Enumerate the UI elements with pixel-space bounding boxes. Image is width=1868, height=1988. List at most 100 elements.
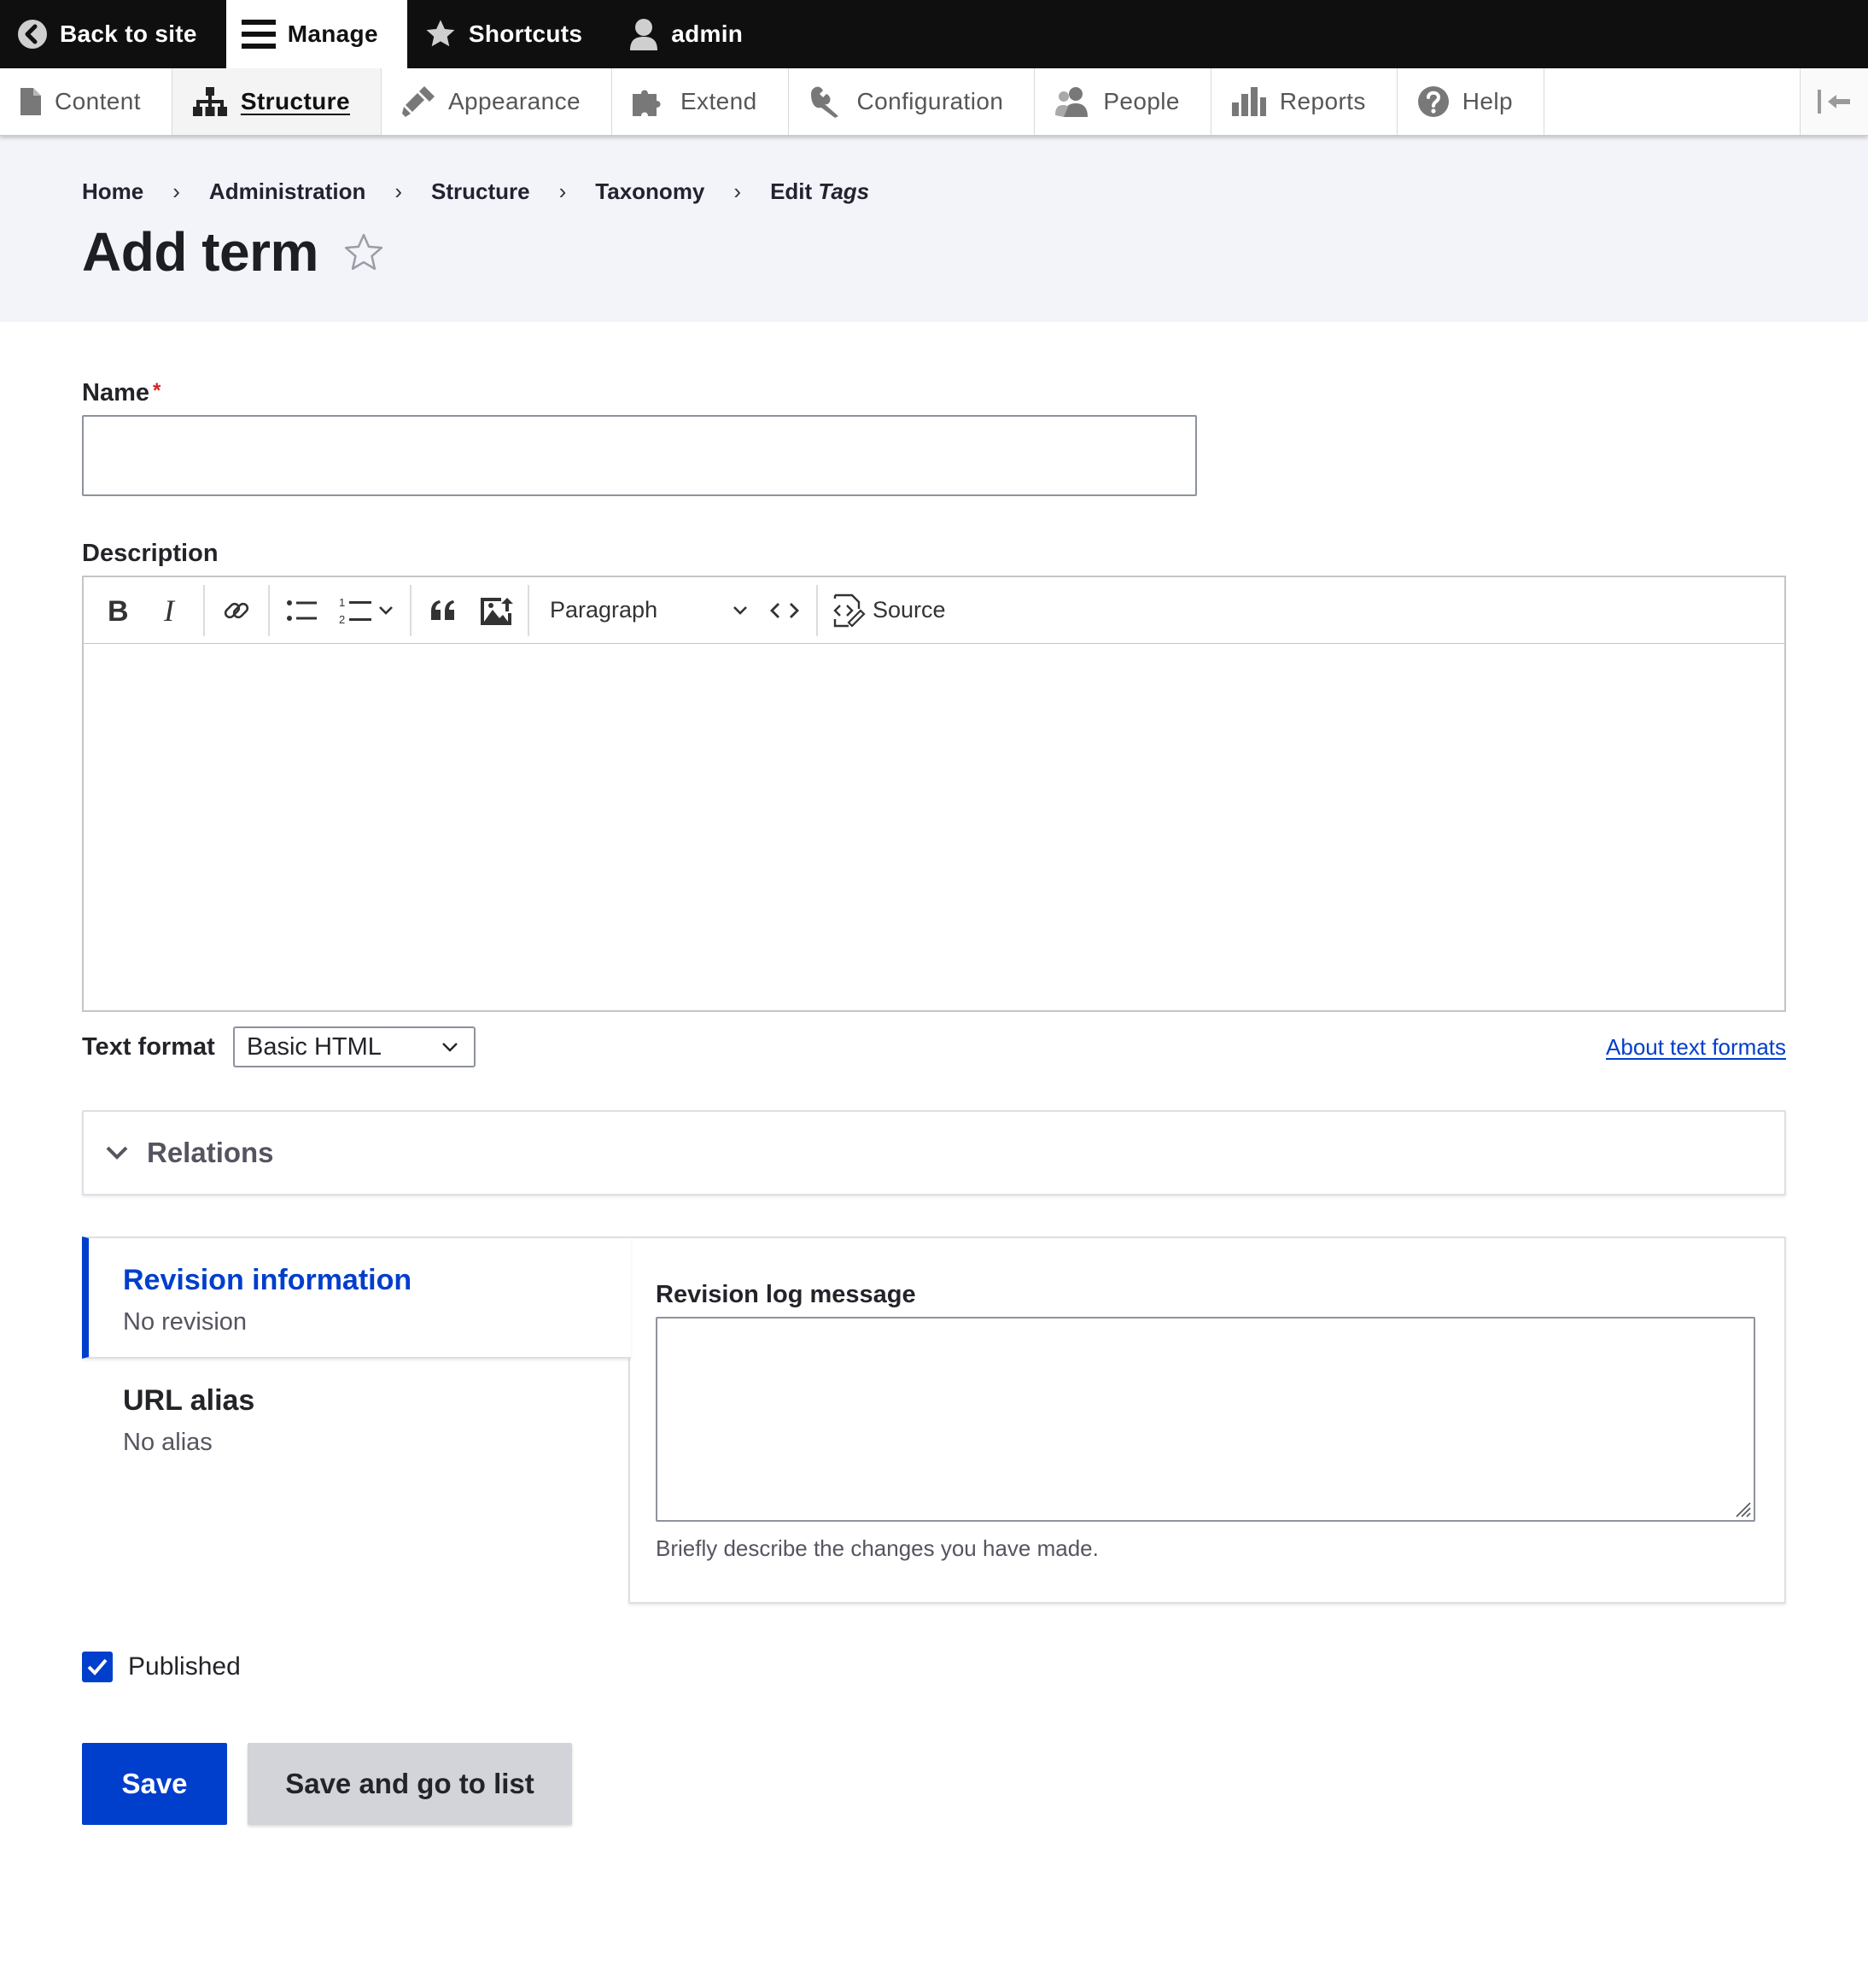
bulleted-list-icon [287, 599, 317, 621]
bar-chart-icon [1231, 87, 1266, 116]
page-header: Home › Administration › Structure › Taxo… [0, 136, 1868, 322]
about-text-formats-link[interactable]: About text formats [1606, 1034, 1786, 1061]
back-to-site-label: Back to site [60, 20, 197, 47]
shortcuts-tab[interactable]: Shortcuts [407, 0, 611, 68]
tray-item-label: Help [1462, 88, 1513, 114]
tray-item-label: Appearance [447, 88, 581, 114]
link-icon [224, 602, 249, 618]
description-editor[interactable] [82, 643, 1786, 1012]
relations-details[interactable]: Relations [82, 1110, 1786, 1196]
back-to-site-link[interactable]: Back to site [0, 0, 226, 68]
published-field: Published [82, 1652, 241, 1682]
tab-title: Revision information [123, 1264, 412, 1296]
star-outline-icon[interactable] [342, 224, 385, 287]
shortcuts-label: Shortcuts [468, 20, 583, 47]
published-checkbox[interactable] [82, 1652, 113, 1682]
breadcrumb-edit-tags[interactable]: Edit Tags [770, 178, 869, 205]
chevron-down-icon [733, 605, 747, 615]
breadcrumb-separator: › [394, 178, 403, 204]
checkmark-icon [87, 1658, 108, 1675]
name-input[interactable] [82, 415, 1197, 496]
tray-item-content[interactable]: Content [0, 68, 172, 135]
text-format-label: Text format [82, 1033, 215, 1061]
toolbar-separator [268, 584, 270, 636]
hamburger-icon [241, 20, 276, 49]
puzzle-icon [632, 90, 661, 116]
blockquote-button[interactable] [417, 585, 470, 636]
tray-item-appearance[interactable]: Appearance [382, 68, 612, 135]
save-button[interactable]: Save [82, 1743, 227, 1825]
bold-button[interactable]: B [92, 585, 145, 636]
tray-item-label: People [1103, 88, 1180, 114]
breadcrumb-edit-vocabulary: Tags [818, 178, 870, 204]
user-label: admin [671, 20, 744, 47]
file-icon [20, 88, 41, 115]
tray-item-extend[interactable]: Extend [612, 68, 789, 135]
text-format-select[interactable]: Basic HTML [233, 1026, 476, 1067]
breadcrumb-taxonomy[interactable]: Taxonomy [595, 178, 704, 205]
tab-revision-information[interactable]: Revision information No revision [82, 1237, 631, 1359]
numbered-list-button[interactable]: 12 [328, 585, 405, 636]
revision-log-label: Revision log message [656, 1281, 916, 1308]
page-title-text: Add term [82, 221, 318, 283]
breadcrumb-structure[interactable]: Structure [431, 178, 530, 205]
admin-toolbar: Back to site Manage Shortcuts admin [0, 0, 1868, 68]
tab-url-alias[interactable]: URL alias No alias [82, 1359, 628, 1478]
blockquote-icon [431, 599, 454, 620]
help-icon [1417, 86, 1449, 117]
tab-summary: No revision [123, 1308, 248, 1336]
breadcrumb-separator: › [733, 178, 742, 204]
tray-item-configuration[interactable]: Configuration [789, 68, 1036, 135]
people-icon [1055, 87, 1089, 117]
svg-text:B: B [108, 596, 129, 625]
source-button[interactable]: Source [823, 593, 954, 628]
tray-item-label: Reports [1279, 88, 1366, 114]
tray-item-people[interactable]: People [1035, 68, 1211, 135]
wrench-icon [810, 86, 838, 118]
tab-title: URL alias [123, 1384, 255, 1417]
tray-item-label: Content [55, 88, 141, 114]
resize-grip-icon[interactable] [1731, 1498, 1752, 1518]
code-button[interactable] [758, 585, 811, 636]
svg-text:2: 2 [339, 613, 345, 625]
tray-item-help[interactable]: Help [1398, 68, 1544, 135]
italic-icon: I [163, 596, 176, 625]
breadcrumb-administration[interactable]: Administration [209, 178, 365, 205]
heading-select[interactable]: Paragraph [534, 585, 758, 636]
text-format-value: Basic HTML [247, 1032, 382, 1061]
image-upload-button[interactable] [470, 585, 522, 636]
tray-item-reports[interactable]: Reports [1211, 68, 1398, 135]
code-icon [770, 602, 799, 618]
bulleted-list-button[interactable] [275, 585, 328, 636]
revision-log-textarea[interactable] [656, 1317, 1755, 1522]
name-label: Name * [82, 379, 161, 407]
tray-item-label: Configuration [856, 88, 1004, 114]
manage-tab[interactable]: Manage [225, 0, 407, 68]
heading-select-value: Paragraph [550, 597, 658, 623]
svg-text:I: I [163, 596, 176, 625]
toolbar-separator [816, 584, 818, 636]
link-button[interactable] [210, 585, 263, 636]
page-title: Add term [82, 217, 385, 287]
description-label: Description [82, 540, 219, 567]
tray-collapse-button[interactable] [1800, 68, 1868, 135]
breadcrumb-home[interactable]: Home [82, 178, 143, 205]
tray-item-label: Structure [240, 88, 350, 114]
user-tab[interactable]: admin [611, 0, 772, 68]
italic-button[interactable]: I [145, 585, 198, 636]
chevron-down-icon [442, 1043, 458, 1052]
chevron-down-icon [106, 1146, 128, 1160]
save-and-go-to-list-button[interactable]: Save and go to list [248, 1743, 572, 1825]
editor-toolbar: B I 12 Paragraph Source [82, 576, 1786, 644]
toolbar-separator [203, 584, 205, 636]
sitemap-icon [192, 87, 227, 116]
tray-item-structure[interactable]: Structure [172, 68, 382, 135]
published-label: Published [128, 1652, 241, 1681]
tray-item-label: Extend [680, 88, 757, 114]
back-arrow-icon [18, 20, 47, 49]
relations-label: Relations [147, 1137, 274, 1168]
source-icon [833, 593, 866, 628]
admin-tray: Content Structure Appearance Extend Conf… [0, 68, 1868, 136]
svg-text:1: 1 [339, 596, 345, 609]
paintbrush-icon [401, 86, 435, 117]
